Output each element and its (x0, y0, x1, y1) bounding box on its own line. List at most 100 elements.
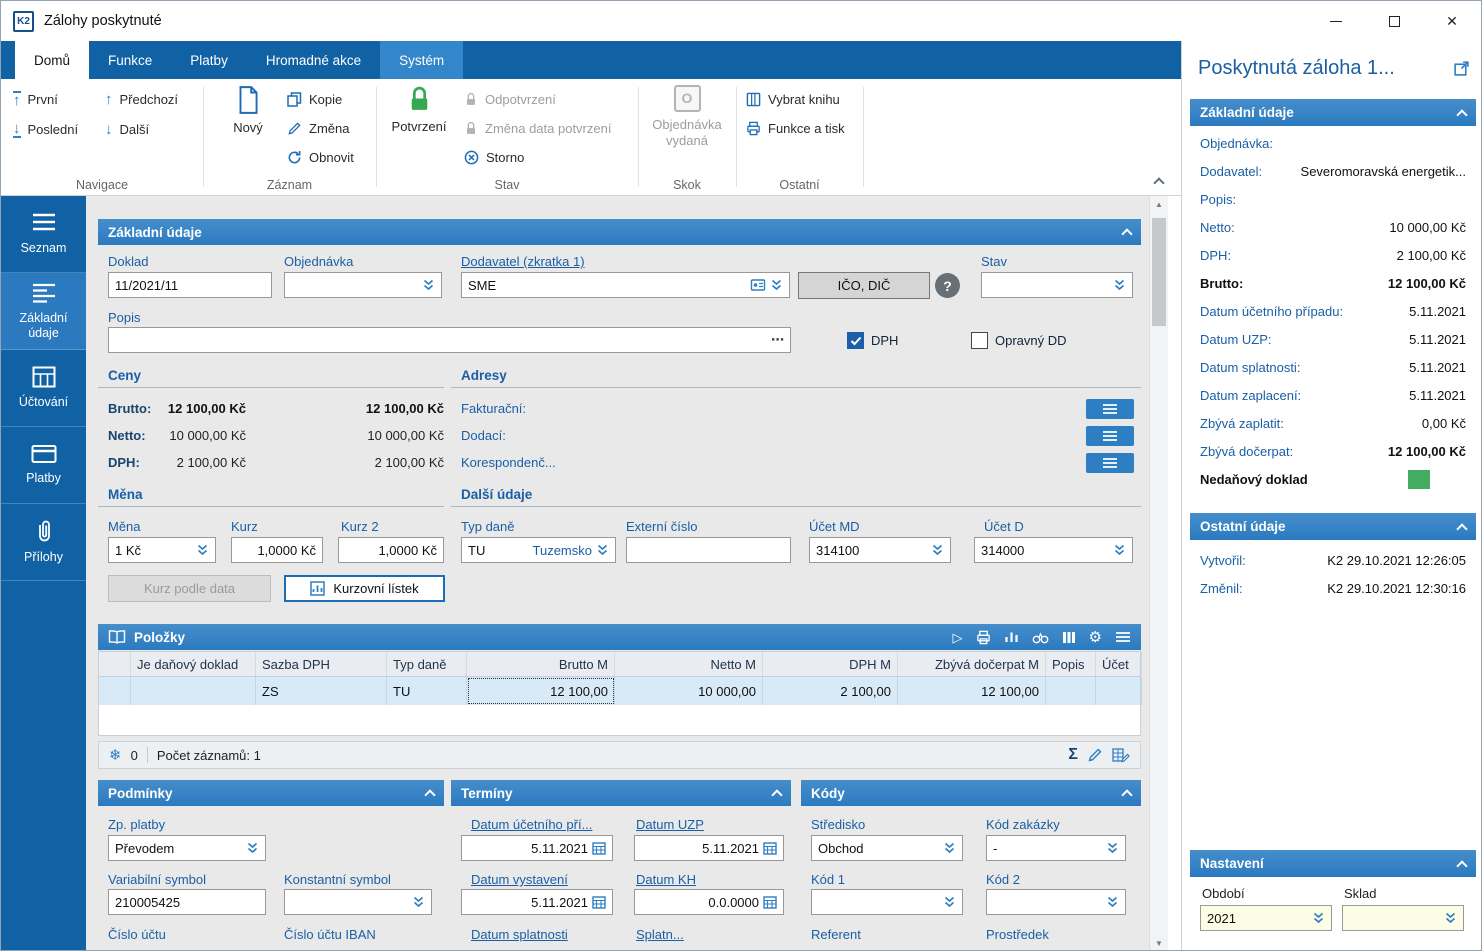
kurzovni-listek-button[interactable]: Kurzovní lístek (284, 575, 445, 602)
sidebar-item-prilohy[interactable]: Přílohy (1, 504, 86, 581)
calendar-icon[interactable] (592, 895, 606, 909)
collapse-section-icon[interactable] (1456, 522, 1468, 535)
calendar-icon[interactable] (763, 895, 777, 909)
search-icon[interactable] (1032, 631, 1049, 644)
dropdown-icon[interactable] (1113, 278, 1126, 292)
column-header[interactable]: Je daňový doklad (131, 652, 256, 676)
cell-je-danovy[interactable] (131, 677, 256, 705)
cell-zbyva-docerpat-m[interactable]: 12 100,00 (898, 677, 1046, 705)
terminy-header[interactable]: Termíny (451, 780, 791, 806)
ucet-md-field[interactable]: 314100 (809, 537, 951, 563)
first-button[interactable]: ↑ První (9, 87, 62, 112)
stredisko-field[interactable]: Obchod (811, 835, 963, 861)
partner-icon[interactable] (750, 278, 766, 292)
column-header[interactable]: Netto M (615, 652, 763, 676)
datum-uzp-label[interactable]: Datum UZP (636, 817, 704, 832)
dropdown-icon[interactable] (196, 543, 209, 557)
datum-uzp-field[interactable]: 5.11.2021 (634, 835, 784, 861)
column-header[interactable]: DPH M (763, 652, 898, 676)
kod1-field[interactable] (811, 889, 963, 915)
dropdown-icon[interactable] (1312, 911, 1325, 925)
new-button[interactable]: Nový (217, 85, 279, 136)
zp-platby-field[interactable]: Převodem (108, 835, 266, 861)
maximize-button[interactable] (1365, 1, 1423, 41)
detail-section-ostatni-udaje[interactable]: Ostatní údaje (1190, 513, 1476, 540)
variabilni-symbol-field[interactable]: 210005425 (108, 889, 266, 915)
scrollbar-thumb[interactable] (1152, 218, 1166, 326)
help-button[interactable]: ? (935, 273, 960, 298)
dodavatel-label[interactable]: Dodavatel (zkratka 1) (461, 254, 585, 269)
select-book-button[interactable]: Vybrat knihu (742, 87, 844, 112)
previous-button[interactable]: ↑ Předchozí (101, 87, 182, 112)
settings-icon[interactable]: ⚙ (1089, 630, 1102, 645)
tab-hromadne-akce[interactable]: Hromadné akce (247, 41, 380, 79)
refresh-button[interactable]: Obnovit (283, 145, 358, 170)
edit-icon[interactable] (1087, 747, 1103, 763)
dropdown-icon[interactable] (422, 278, 435, 292)
dph-checkbox[interactable]: DPH (847, 332, 898, 349)
typ-dane-field[interactable]: TU Tuzemsko (461, 537, 616, 563)
collapse-section-icon[interactable] (1456, 859, 1468, 872)
kurz2-field[interactable]: 1,0000 Kč (338, 537, 444, 563)
collapse-section-icon[interactable] (424, 789, 436, 801)
column-header[interactable]: Zbývá dočerpat M (898, 652, 1046, 676)
columns-icon[interactable] (1062, 631, 1076, 644)
dodaci-menu-button[interactable] (1086, 426, 1134, 446)
mena-field[interactable]: 1 Kč (108, 537, 216, 563)
collapse-section-icon[interactable] (771, 789, 783, 801)
datum-kh-label[interactable]: Datum KH (636, 872, 696, 887)
kody-header[interactable]: Kódy (801, 780, 1141, 806)
datum-splatnosti-label[interactable]: Datum splatnosti (471, 927, 568, 942)
dropdown-icon[interactable] (931, 543, 944, 557)
datum-ucetniho-label[interactable]: Datum účetního pří... (471, 817, 592, 832)
sidebar-item-platby[interactable]: Platby (1, 427, 86, 504)
dodavatel-field[interactable]: SME (461, 272, 790, 298)
vertical-scrollbar[interactable]: ▲ ▼ (1149, 196, 1168, 950)
konstantni-symbol-field[interactable] (284, 889, 432, 915)
column-header[interactable]: Popis (1046, 652, 1096, 676)
functions-print-button[interactable]: Funkce a tisk (742, 116, 849, 141)
stav-field[interactable] (981, 272, 1133, 298)
detail-section-zakladni-udaje[interactable]: Základní údaje (1190, 99, 1476, 126)
datum-vystaveni-label[interactable]: Datum vystavení (471, 872, 568, 887)
expand-panel-icon[interactable] (1453, 60, 1470, 80)
korespondencni-menu-button[interactable] (1086, 453, 1134, 473)
minimize-button[interactable] (1307, 1, 1365, 41)
cell-sazba-dph[interactable]: ZS (256, 677, 387, 705)
collapse-section-icon[interactable] (1456, 108, 1468, 121)
kod-zakazky-field[interactable]: - (986, 835, 1126, 861)
close-button[interactable]: ✕ (1423, 1, 1481, 41)
print-icon[interactable] (976, 630, 991, 645)
cell-typ-dane[interactable]: TU (387, 677, 467, 705)
ico-dic-button[interactable]: IČO, DIČ (798, 272, 930, 299)
fakturacni-menu-button[interactable] (1086, 399, 1134, 419)
dropdown-icon[interactable] (412, 895, 425, 909)
section-header-zakladni-udaje[interactable]: Základní údaje (98, 219, 1141, 245)
detail-section-nastaveni[interactable]: Nastavení (1190, 850, 1476, 877)
dropdown-icon[interactable] (770, 278, 783, 292)
snowflake-icon[interactable]: ❄ (109, 748, 122, 763)
collapse-section-icon[interactable] (1121, 789, 1133, 801)
cell-dph-m[interactable]: 2 100,00 (763, 677, 898, 705)
datum-kh-field[interactable]: 0.0.0000 (634, 889, 784, 915)
dropdown-icon[interactable] (1106, 841, 1119, 855)
column-header[interactable]: Typ daně (387, 652, 467, 676)
more-icon[interactable]: ⋯ (771, 332, 784, 348)
dropdown-icon[interactable] (1444, 911, 1457, 925)
cell-brutto-m[interactable]: 12 100,00 (467, 677, 615, 705)
opravny-dd-checkbox[interactable]: Opravný DD (971, 332, 1067, 349)
chart-icon[interactable] (1004, 630, 1019, 644)
bulk-edit-icon[interactable] (1112, 747, 1130, 763)
sidebar-item-seznam[interactable]: Seznam (1, 196, 86, 273)
dropdown-icon[interactable] (596, 543, 609, 557)
doklad-field[interactable]: 11/2021/11 (108, 272, 272, 298)
column-header[interactable]: Brutto M (467, 652, 615, 676)
calendar-icon[interactable] (592, 841, 606, 855)
next-button[interactable]: ↓ Další (101, 117, 153, 142)
scroll-up-icon[interactable]: ▲ (1150, 196, 1168, 213)
splatnost-label[interactable]: Splatn... (636, 927, 684, 942)
table-row[interactable]: ZS TU 12 100,00 10 000,00 2 100,00 12 10… (99, 677, 1142, 705)
collapse-section-icon[interactable] (1121, 228, 1133, 240)
cell-netto-m[interactable]: 10 000,00 (615, 677, 763, 705)
popis-field[interactable]: ⋯ (108, 327, 791, 353)
